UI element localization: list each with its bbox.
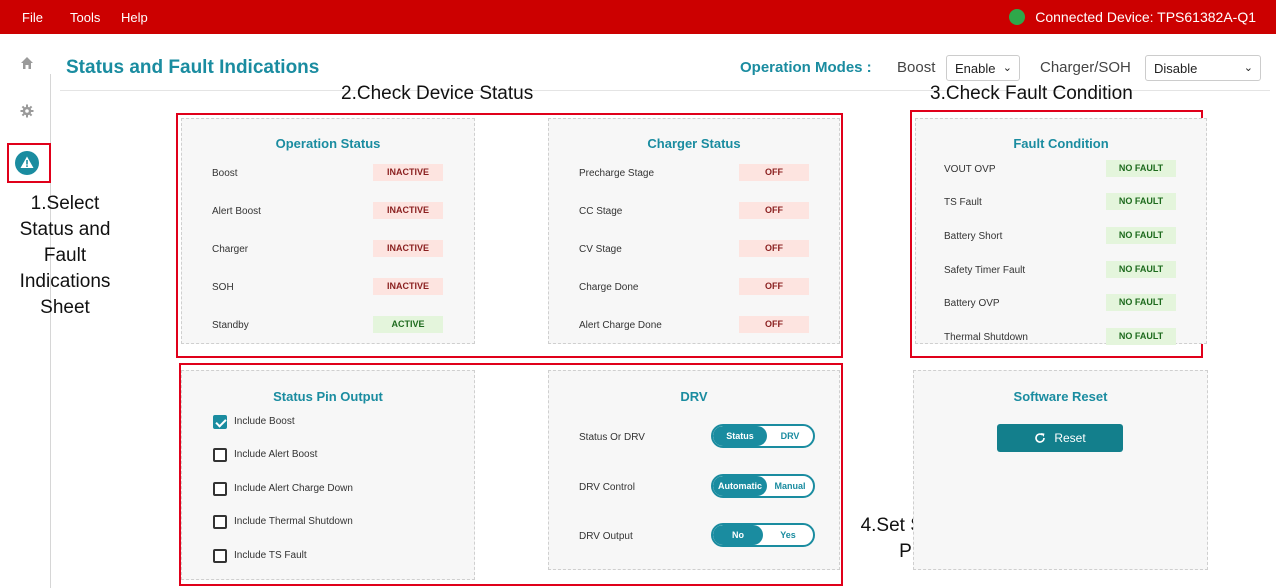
toggle-option-automatic[interactable]: Automatic [713,476,767,496]
drv-control-label: DRV Control [579,482,635,493]
operation-status-label: Standby [212,320,249,331]
menu-file[interactable]: File [22,10,43,25]
status-badge: INACTIVE [373,164,443,181]
charger-soh-label: Charger/SOH [1040,59,1131,76]
status-or-drv-label: Status Or DRV [579,432,645,443]
include-alert-boost-label: Include Alert Boost [234,449,318,460]
refresh-icon [1035,433,1046,443]
reset-button-label: Reset [1054,431,1086,445]
annotation-step1: 1.Select Status and Fault Indications Sh… [19,193,111,318]
drv-title: DRV [680,389,708,404]
menu-help[interactable]: Help [121,10,148,25]
drv-output-toggle[interactable]: No Yes [711,523,815,547]
include-thermal-shutdown-checkbox[interactable] [213,515,227,529]
connection-text: Connected Device: TPS61382A-Q1 [1035,9,1256,25]
reset-button[interactable]: Reset [997,424,1123,452]
status-badge: NO FAULT [1106,227,1176,244]
charger-status-label: CC Stage [579,206,623,217]
fault-condition-label: Battery OVP [944,298,1000,309]
boost-mode-select[interactable]: Enable ⌄ [946,55,1020,81]
toggle-option-status[interactable]: Status [713,426,767,446]
menu-tools[interactable]: Tools [70,10,100,25]
boost-mode-value: Enable [955,61,996,76]
charger-status-label: Alert Charge Done [579,320,662,331]
fault-condition-label: Battery Short [944,231,1003,242]
include-boost-checkbox[interactable] [213,415,227,429]
toggle-option-manual[interactable]: Manual [767,476,813,496]
charger-status-label: Charge Done [579,282,639,293]
status-badge: NO FAULT [1106,160,1176,177]
status-badge: OFF [739,316,809,333]
status-badge: NO FAULT [1106,193,1176,210]
charger-status-label: CV Stage [579,244,622,255]
top-menu-bar: File Tools Help Connected Device: TPS613… [0,0,1276,34]
charger-soh-value: Disable [1154,61,1198,76]
status-or-drv-toggle[interactable]: Status DRV [711,424,815,448]
include-alert-boost-checkbox[interactable] [213,448,227,462]
toggle-option-yes[interactable]: Yes [763,525,813,545]
status-badge: OFF [739,240,809,257]
charger-status-title: Charger Status [647,136,741,151]
include-alert-charge-down-label: Include Alert Charge Down [234,483,353,494]
fault-condition-label: TS Fault [944,197,982,208]
status-badge: ACTIVE [373,316,443,333]
toggle-option-no[interactable]: No [713,525,763,545]
status-badge: OFF [739,164,809,181]
status-pin-output-title: Status Pin Output [273,389,383,404]
annotation-step2: 2.Check Device Status [341,83,534,104]
fault-condition-label: Thermal Shutdown [944,332,1028,343]
status-badge: OFF [739,278,809,295]
software-reset-title: Software Reset [1013,389,1108,404]
operation-status-label: Charger [212,244,249,255]
status-badge: NO FAULT [1106,261,1176,278]
fault-condition-label: Safety Timer Fault [944,265,1026,276]
operation-status-title: Operation Status [275,136,381,151]
charger-status-label: Precharge Stage [579,168,655,179]
charger-status-panel: Charger Status [548,118,840,344]
status-badge: INACTIVE [373,240,443,257]
fault-condition-label: VOUT OVP [944,164,996,175]
include-boost-label: Include Boost [234,416,295,427]
annotation-box-step1 [7,143,51,183]
connection-status: Connected Device: TPS61382A-Q1 [1009,9,1256,25]
operation-status-label: Boost [212,168,238,179]
connected-indicator-icon [1009,9,1026,25]
operation-modes-label: Operation Modes : [740,59,872,76]
status-badge: OFF [739,202,809,219]
gear-icon[interactable] [0,104,54,118]
include-thermal-shutdown-label: Include Thermal Shutdown [234,516,353,527]
operation-status-panel: Operation Status [181,118,475,344]
boost-mode-label: Boost [897,59,936,76]
home-icon[interactable] [0,56,54,70]
status-badge: NO FAULT [1106,294,1176,311]
status-badge: INACTIVE [373,202,443,219]
annotation-step3: 3.Check Fault Condition [930,83,1133,104]
toggle-option-drv[interactable]: DRV [767,426,813,446]
operation-status-label: SOH [212,282,234,293]
include-ts-fault-checkbox[interactable] [213,549,227,563]
charger-soh-select[interactable]: Disable ⌄ [1145,55,1261,81]
operation-status-label: Alert Boost [212,206,261,217]
page-title: Status and Fault Indications [66,57,320,78]
chevron-down-icon: ⌄ [1002,62,1012,74]
include-alert-charge-down-checkbox[interactable] [213,482,227,496]
chevron-down-icon: ⌄ [1243,62,1253,74]
fault-condition-title: Fault Condition [1013,136,1109,151]
software-reset-panel: Software Reset [913,370,1208,570]
drv-output-label: DRV Output [579,531,633,542]
status-badge: NO FAULT [1106,328,1176,345]
status-badge: INACTIVE [373,278,443,295]
drv-control-toggle[interactable]: Automatic Manual [711,474,815,498]
include-ts-fault-label: Include TS Fault [234,550,307,561]
